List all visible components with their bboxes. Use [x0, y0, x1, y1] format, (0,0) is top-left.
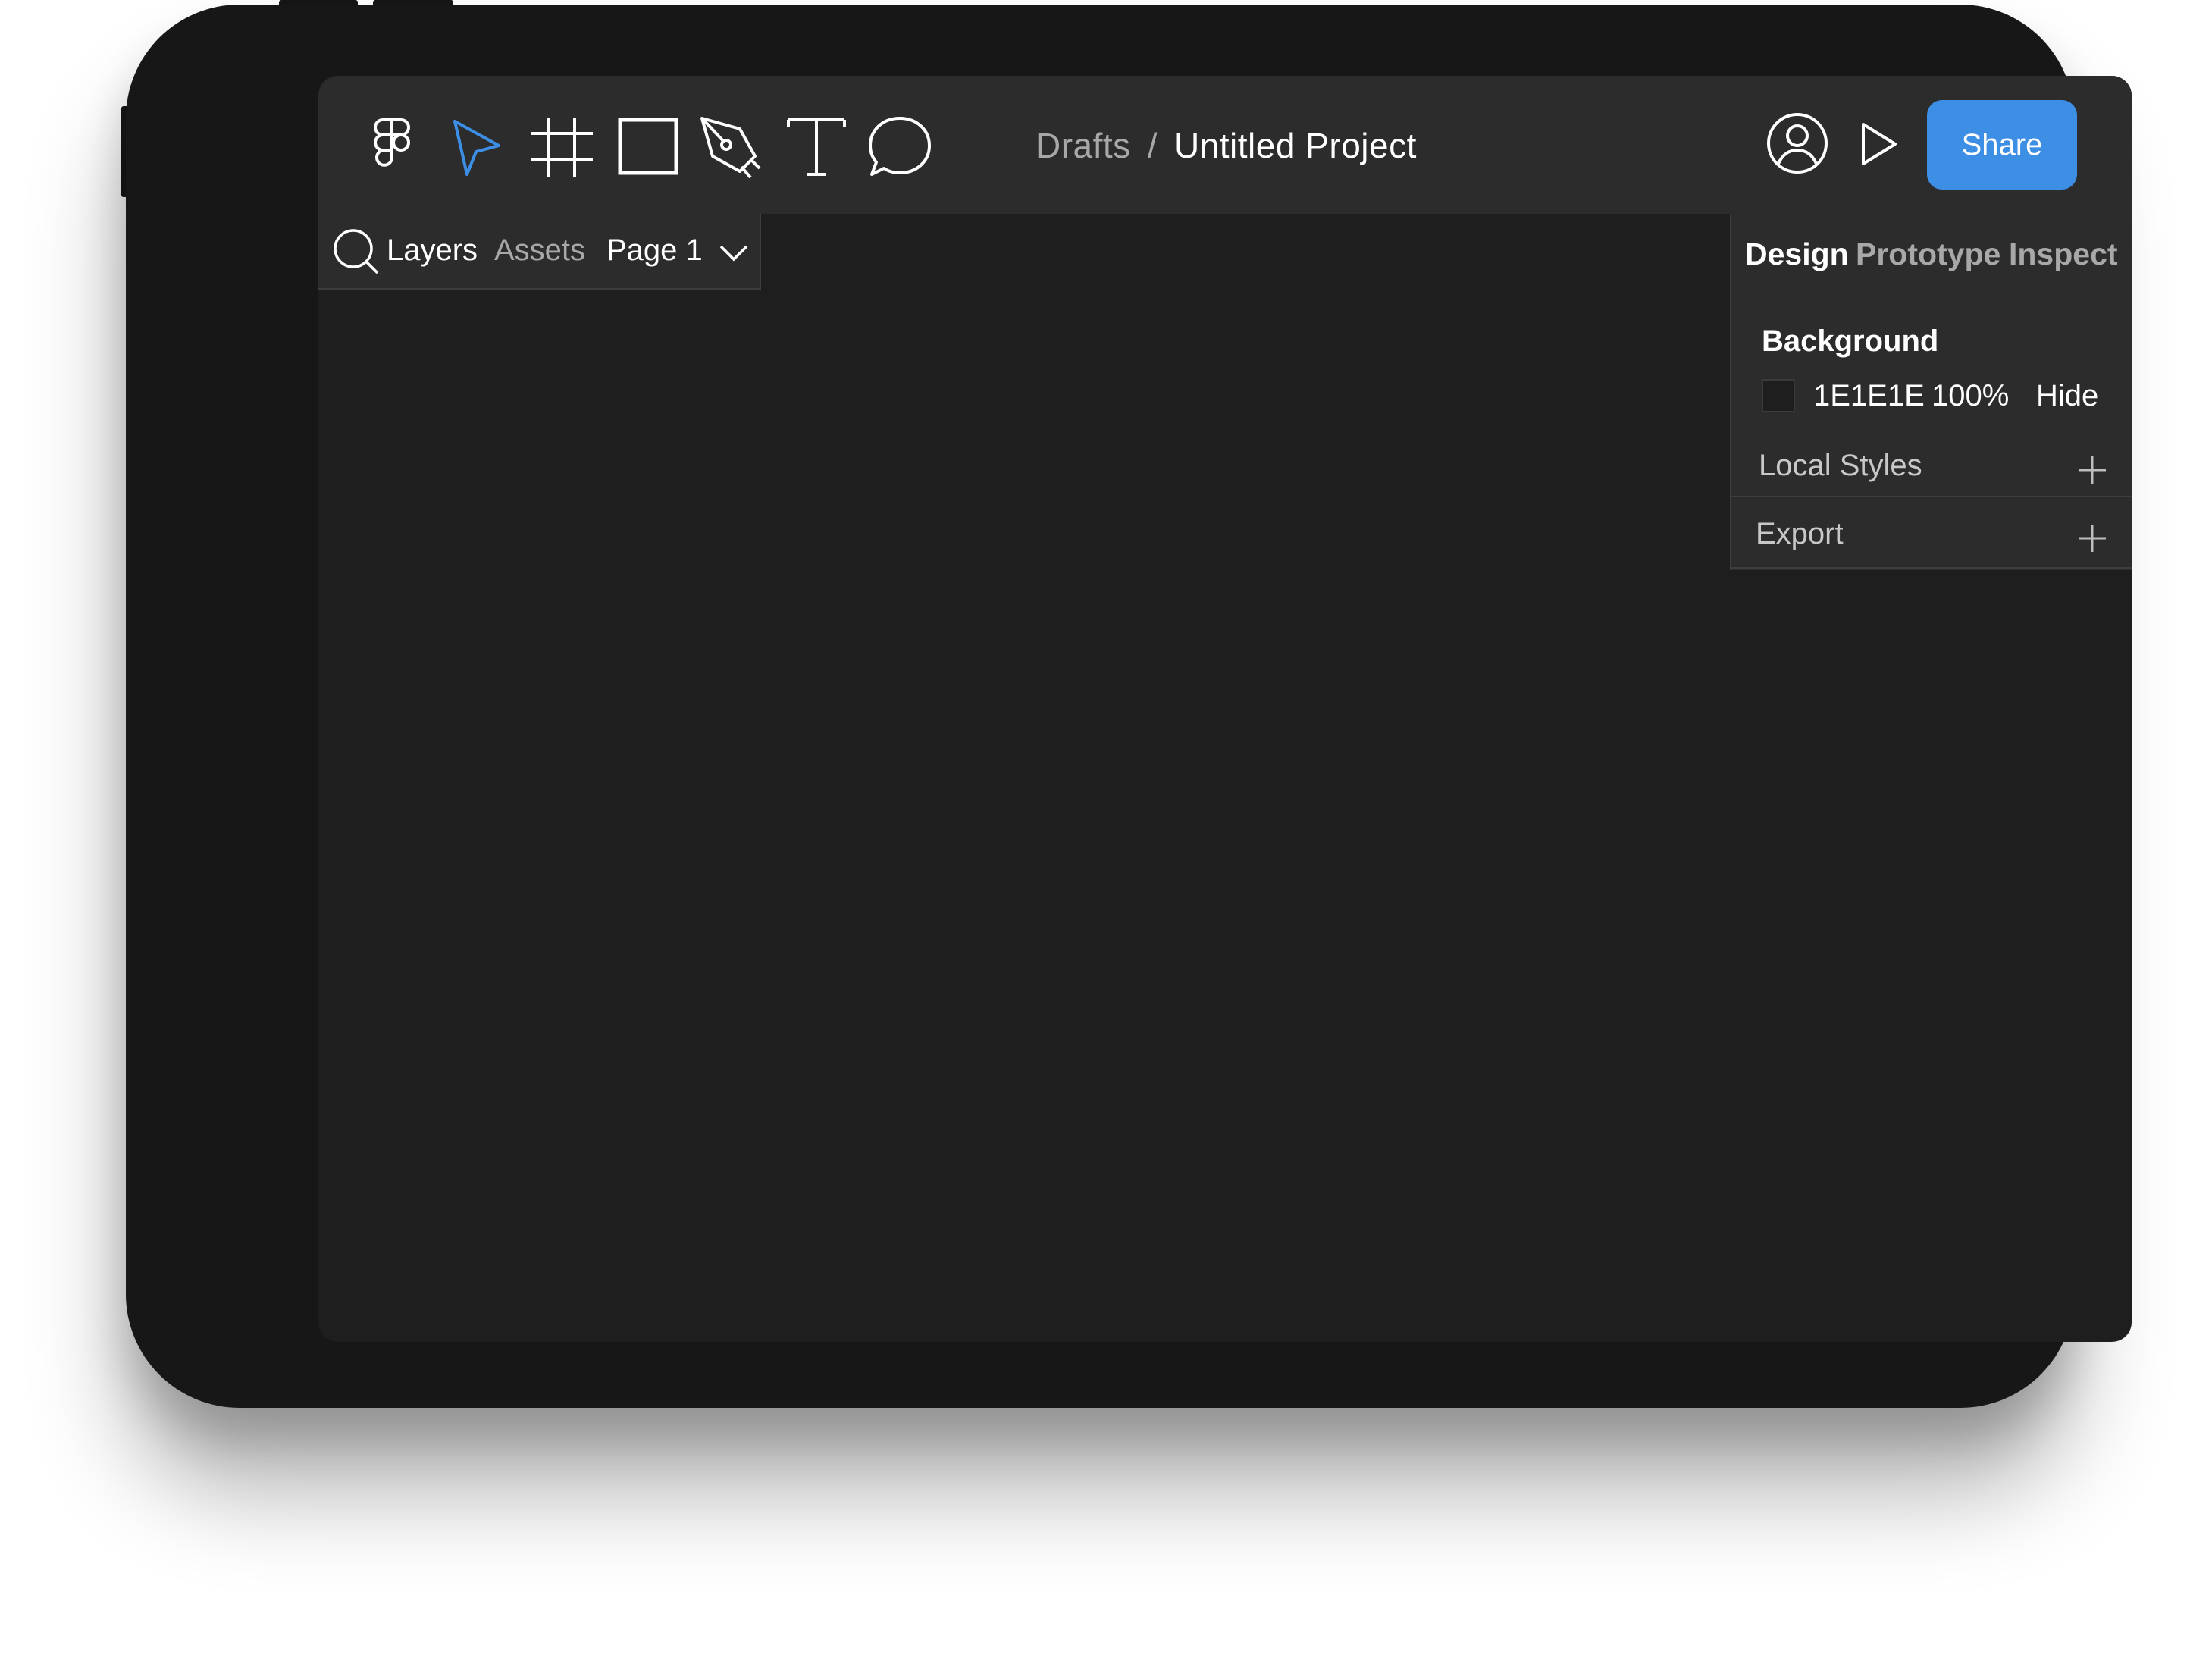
left-panel-header: Layers Assets Page 1 — [318, 214, 761, 290]
rectangle-icon[interactable] — [614, 112, 682, 180]
tab-prototype[interactable]: Prototype — [1856, 234, 2000, 274]
pen-icon[interactable] — [694, 112, 763, 180]
tab-layers[interactable]: Layers — [387, 230, 478, 270]
background-hide-toggle[interactable]: Hide — [2036, 376, 2098, 415]
breadcrumb-separator: / — [1147, 126, 1158, 165]
background-opacity-value[interactable]: 100% — [1932, 376, 2009, 415]
background-hex-value[interactable]: 1E1E1E — [1813, 376, 1925, 415]
tab-design[interactable]: Design — [1745, 234, 1849, 274]
user-icon[interactable] — [1765, 111, 1830, 176]
right-properties-panel: Design Prototype Inspect Background 1E1E… — [1730, 214, 2132, 570]
search-icon[interactable] — [332, 227, 381, 276]
project-title[interactable]: Untitled Project — [1174, 126, 1417, 165]
play-icon[interactable] — [1856, 121, 1901, 167]
background-heading: Background — [1762, 324, 1939, 358]
frame-icon[interactable] — [528, 112, 596, 180]
move-cursor-icon[interactable] — [440, 112, 508, 180]
breadcrumb: Drafts / Untitled Project — [1035, 123, 1417, 168]
add-local-style-plus-icon[interactable] — [2077, 455, 2107, 485]
add-export-plus-icon[interactable] — [2077, 523, 2107, 553]
chevron-down-icon[interactable] — [719, 241, 749, 264]
figma-logo-icon[interactable] — [358, 112, 426, 180]
tab-assets[interactable]: Assets — [494, 230, 585, 270]
comment-icon[interactable] — [866, 112, 934, 180]
tablet-frame: Drafts / Untitled Project Share Layers A… — [126, 5, 2132, 1408]
top-toolbar: Drafts / Untitled Project Share — [318, 76, 2132, 214]
design-canvas[interactable] — [761, 214, 1730, 1342]
section-divider — [1731, 496, 2132, 497]
text-tool-icon[interactable] — [782, 112, 851, 180]
export-section: Export — [1756, 517, 1844, 550]
tab-inspect[interactable]: Inspect — [2009, 234, 2118, 274]
local-styles-section: Local Styles — [1759, 449, 1922, 482]
background-color-swatch[interactable] — [1762, 379, 1795, 412]
breadcrumb-drafts[interactable]: Drafts — [1035, 126, 1131, 165]
share-button[interactable]: Share — [1927, 100, 2077, 190]
page-select[interactable]: Page 1 — [606, 230, 703, 270]
section-divider — [1731, 567, 2132, 569]
app-screen: Drafts / Untitled Project Share Layers A… — [318, 76, 2132, 1342]
